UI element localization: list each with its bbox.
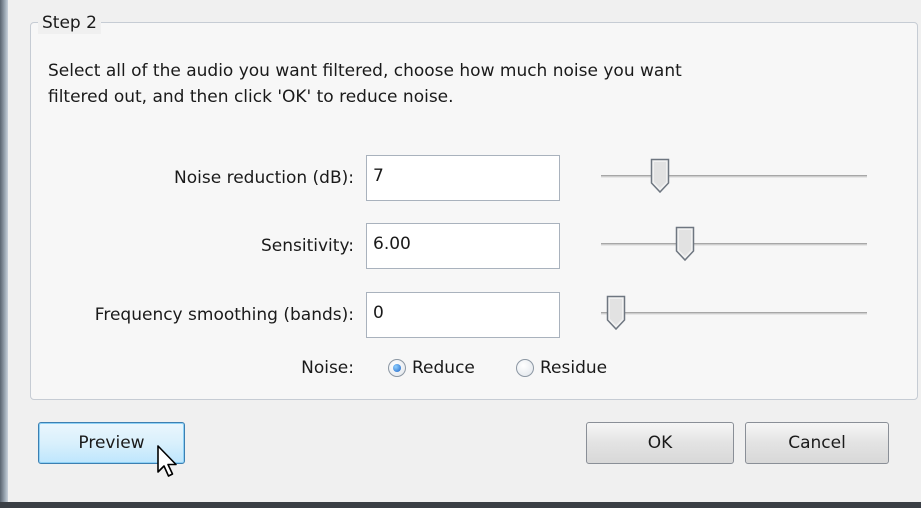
noise-label: Noise:: [301, 358, 354, 378]
ok-button[interactable]: OK: [586, 422, 734, 464]
instructions-line-1: Select all of the audio you want filtere…: [48, 61, 682, 81]
window-edge: [0, 0, 8, 508]
slider-thumb-icon[interactable]: [606, 295, 626, 331]
slider-track: [601, 243, 867, 246]
frequency-smoothing-label: Frequency smoothing (bands):: [94, 305, 354, 325]
instructions-text: Select all of the audio you want filtere…: [48, 58, 808, 110]
frequency-smoothing-field[interactable]: 0: [366, 292, 560, 338]
sensitivity-field[interactable]: 6.00: [366, 223, 560, 269]
window-bottom-edge: [0, 502, 921, 508]
cancel-button[interactable]: Cancel: [745, 422, 889, 464]
sensitivity-slider[interactable]: [601, 226, 867, 262]
slider-track: [601, 175, 867, 178]
slider-track: [601, 312, 867, 315]
residue-radio-label[interactable]: Residue: [540, 355, 607, 381]
frequency-smoothing-slider[interactable]: [601, 295, 867, 331]
noise-reduction-slider[interactable]: [601, 158, 867, 194]
residue-radio[interactable]: [516, 359, 534, 377]
noise-reduction-field[interactable]: 7: [366, 155, 560, 201]
reduce-radio[interactable]: [388, 359, 406, 377]
noise-removal-dialog: Step 2 Select all of the audio you want …: [8, 0, 921, 502]
instructions-line-2: filtered out, and then click 'OK' to red…: [48, 87, 454, 107]
sensitivity-label: Sensitivity:: [261, 236, 354, 256]
step-2-legend: Step 2: [38, 12, 101, 34]
slider-thumb-icon[interactable]: [650, 158, 670, 194]
slider-thumb-icon[interactable]: [675, 226, 695, 262]
arrow-cursor-icon: [157, 445, 177, 477]
noise-reduction-label: Noise reduction (dB):: [174, 168, 354, 188]
reduce-radio-label[interactable]: Reduce: [412, 355, 475, 381]
